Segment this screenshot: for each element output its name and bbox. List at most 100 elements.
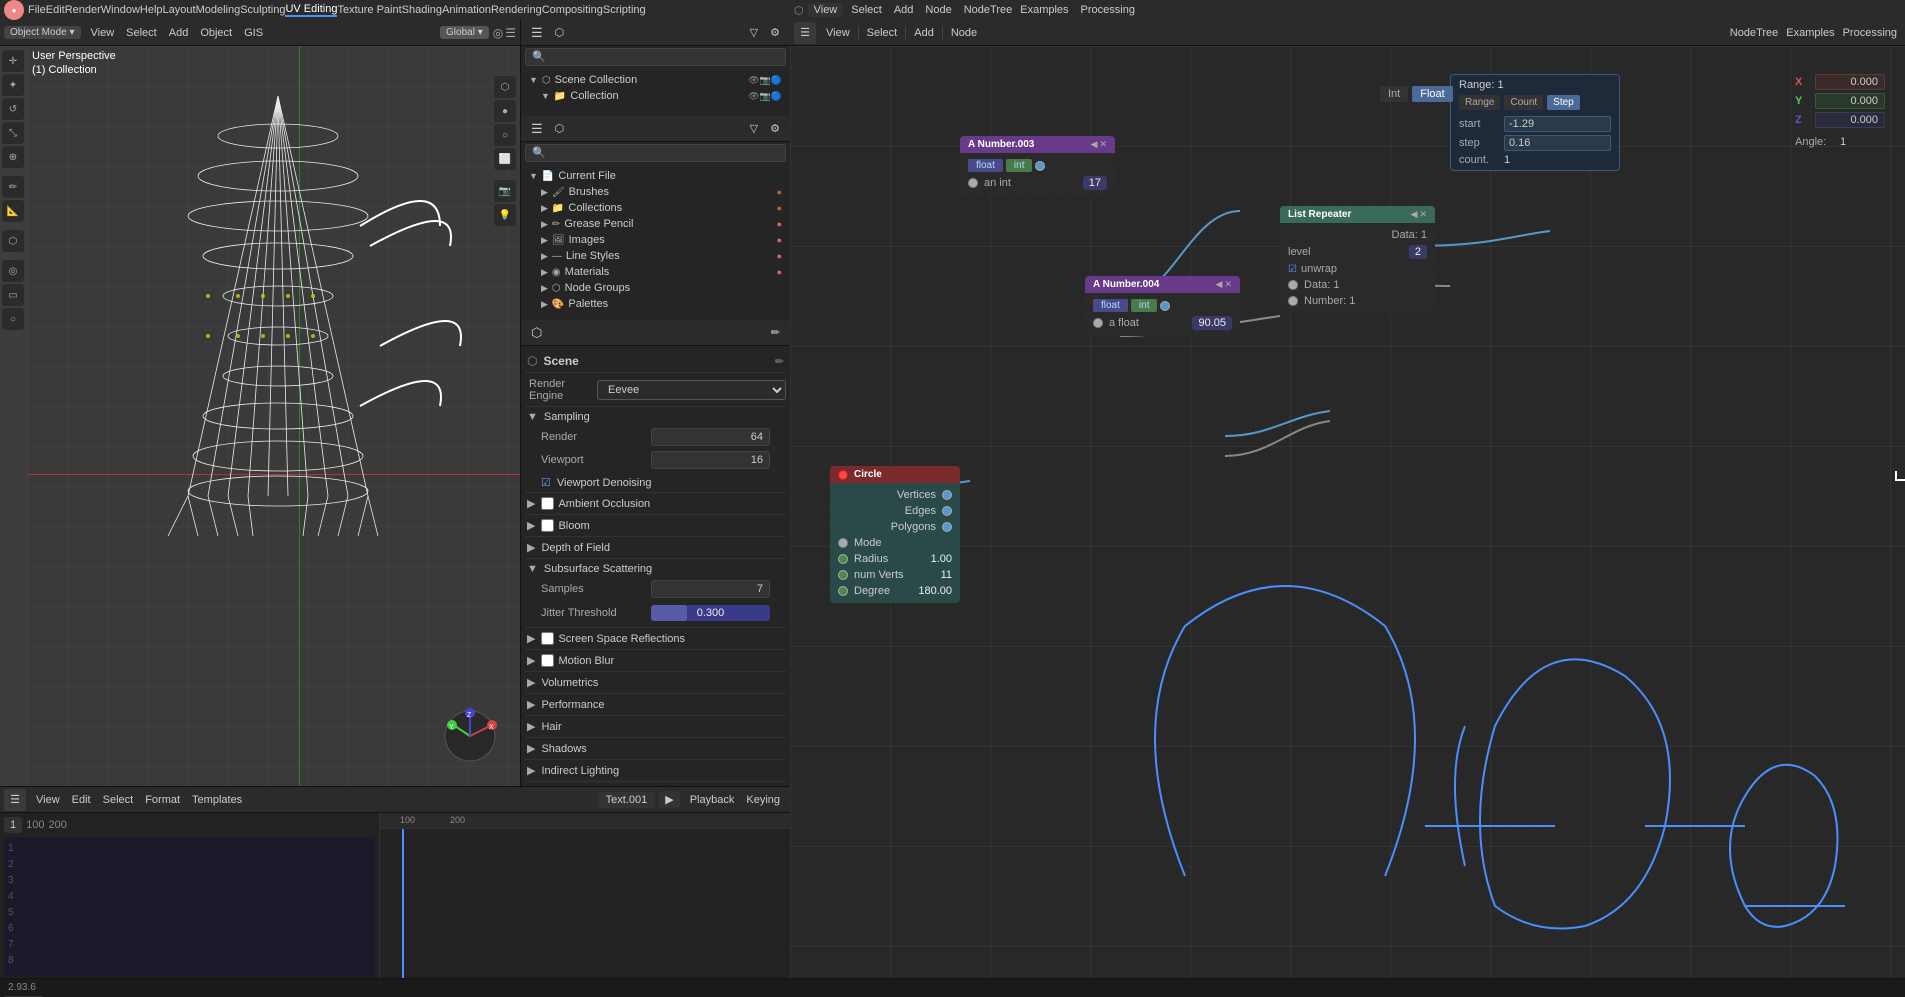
ne-examples-btn[interactable]: Examples xyxy=(1786,27,1834,39)
circle-vertices-socket[interactable] xyxy=(942,490,952,500)
render-engine-select[interactable]: Eevee Cycles Workbench xyxy=(597,380,786,400)
vp-icon-xray[interactable]: ☰ xyxy=(505,26,516,40)
anumber003-input-socket[interactable] xyxy=(968,178,978,188)
mb-section-header[interactable]: ▶ Motion Blur xyxy=(525,649,786,671)
vp-select[interactable]: Select xyxy=(120,25,163,41)
anumber003-close[interactable]: ✕ xyxy=(1099,139,1107,150)
sampling-section-header[interactable]: ▼ Sampling xyxy=(525,406,786,427)
menu-help[interactable]: Help xyxy=(140,4,163,16)
tree-render-icon[interactable]: 🔵 xyxy=(771,75,782,86)
outliner-search[interactable] xyxy=(525,48,786,66)
workspace-sculpting[interactable]: Sculpting xyxy=(240,4,285,16)
range-tab-range[interactable]: Range xyxy=(1459,95,1500,110)
ne-processing-btn[interactable]: Processing xyxy=(1843,27,1897,39)
tool-measure[interactable]: 📐 xyxy=(2,200,24,222)
vp-add[interactable]: Add xyxy=(163,25,195,41)
te-text-selector[interactable]: Text.001 xyxy=(598,792,656,808)
range-tab-step[interactable]: Step xyxy=(1547,95,1580,110)
tool-cursor-set[interactable]: ◎ xyxy=(2,260,24,282)
ne-view[interactable]: View xyxy=(820,25,856,41)
lr-number-socket[interactable] xyxy=(1288,296,1298,306)
ne-select[interactable]: Select xyxy=(847,4,886,16)
circle-radius-value[interactable]: 1.00 xyxy=(931,553,952,565)
vp-wireframe[interactable]: ⬜ xyxy=(494,148,516,170)
range-node[interactable]: Range: 1 Range Count Step start -1.29 st… xyxy=(1450,74,1620,171)
vd-checkbox[interactable]: ☑ xyxy=(541,476,551,489)
anumber003-float-tab[interactable]: float xyxy=(968,159,1003,172)
unwrap-checkbox[interactable]: ☑ xyxy=(1288,264,1297,275)
scene-edit-button[interactable]: ✏ xyxy=(775,355,784,368)
cf-filter[interactable]: ▽ xyxy=(744,120,764,137)
tool-cad[interactable]: ⬡ xyxy=(2,230,24,252)
te-run-icon[interactable]: ▶ xyxy=(659,791,679,808)
il-section-header[interactable]: ▶ Indirect Lighting xyxy=(525,759,786,781)
ao-section-header[interactable]: ▶ Ambient Occlusion xyxy=(525,492,786,514)
circle-dot[interactable] xyxy=(838,470,848,480)
circle-radius-socket[interactable] xyxy=(838,554,848,564)
hair-section-header[interactable]: ▶ Hair xyxy=(525,715,786,737)
vp-material-preview[interactable]: ● xyxy=(494,100,516,122)
dof-section-header[interactable]: ▶ Depth of Field xyxy=(525,536,786,558)
anumber004-float-tab[interactable]: float xyxy=(1093,299,1128,312)
sp-icons[interactable]: ⬡ xyxy=(525,323,548,343)
perf-section-header[interactable]: ▶ Performance xyxy=(525,693,786,715)
outliner-filter[interactable]: ▽ xyxy=(744,24,764,41)
text-content[interactable] xyxy=(22,841,371,973)
text-editor-area[interactable]: 12345678 xyxy=(4,837,375,977)
list-repeater-close[interactable]: ✕ xyxy=(1419,209,1427,220)
sp-edit[interactable]: ✏ xyxy=(765,324,786,341)
tree-camera-icon[interactable]: 📷 xyxy=(760,75,771,86)
te-select[interactable]: Select xyxy=(97,792,140,808)
ne-examples[interactable]: Examples xyxy=(1016,4,1072,16)
vp-object[interactable]: Object xyxy=(194,25,238,41)
te-format[interactable]: Format xyxy=(139,792,186,808)
cf-palettes[interactable]: ▶ 🎨 Palettes xyxy=(525,296,786,312)
tool-select-circle[interactable]: ○ xyxy=(2,308,24,330)
jitter-slider[interactable]: 0.300 xyxy=(651,603,770,623)
te-playback[interactable]: Playback xyxy=(684,792,741,808)
circle-degree-value[interactable]: 180.00 xyxy=(918,585,952,597)
anumber003-int-tab[interactable]: int xyxy=(1006,159,1033,172)
menu-edit[interactable]: Edit xyxy=(46,4,65,16)
list-repeater-expand[interactable]: ◀ xyxy=(1411,209,1418,220)
te-menu-icon[interactable]: ☰ xyxy=(4,789,26,811)
bloom-section-header[interactable]: ▶ Bloom xyxy=(525,514,786,536)
viewport-samples-value[interactable]: 16 xyxy=(651,451,770,469)
vp-light[interactable]: 💡 xyxy=(494,204,516,226)
cf-node-groups[interactable]: ▶ ⬡ Node Groups xyxy=(525,280,786,296)
current-file-root[interactable]: ▼ 📄 Current File xyxy=(525,168,786,184)
cf-mode[interactable]: ⬡ xyxy=(549,120,571,137)
circle-numverts-value[interactable]: 11 xyxy=(941,569,952,581)
list-repeater-level-value[interactable]: 2 xyxy=(1409,245,1427,259)
tree-eye-icon[interactable]: 👁 xyxy=(748,75,759,86)
vp-solid[interactable]: ○ xyxy=(494,124,516,146)
range-step-value[interactable]: 0.16 xyxy=(1504,135,1611,151)
ne-add[interactable]: Add xyxy=(890,4,918,16)
ssr-section-header[interactable]: ▶ Screen Space Reflections xyxy=(525,627,786,649)
cf-line-styles[interactable]: ▶ — Line Styles ● xyxy=(525,248,786,264)
sss-samples-value[interactable]: 7 xyxy=(651,580,770,598)
int-tab[interactable]: Int xyxy=(1380,86,1408,102)
outliner-tb-icon[interactable]: ☰ xyxy=(525,23,549,43)
circle-degree-socket[interactable] xyxy=(838,586,848,596)
anumber004-output-socket[interactable] xyxy=(1160,301,1170,311)
anumber004-close[interactable]: ✕ xyxy=(1224,279,1232,290)
ne-node[interactable]: Node xyxy=(921,4,955,16)
object-mode-selector[interactable]: Object Mode ▾ xyxy=(4,26,81,39)
tool-select-box[interactable]: ▭ xyxy=(2,284,24,306)
list-repeater-node[interactable]: List Repeater ◀ ✕ Data: 1 level 2 ☑ unwr… xyxy=(1280,206,1435,313)
transform-selector[interactable]: Global ▾ xyxy=(440,26,489,39)
vp-view[interactable]: View xyxy=(85,25,121,41)
workspace-uv-editing[interactable]: UV Editing xyxy=(285,3,337,17)
ao-checkbox[interactable] xyxy=(541,497,554,510)
te-templates[interactable]: Templates xyxy=(186,792,248,808)
render-samples-value[interactable]: 64 xyxy=(651,428,770,446)
circle-mode-socket[interactable] xyxy=(838,538,848,548)
current-file-search[interactable] xyxy=(525,144,786,162)
viewport-gizmo[interactable]: X Y Z xyxy=(440,706,500,766)
anumber004-int-tab[interactable]: int xyxy=(1131,299,1158,312)
x-value[interactable]: 0.000 xyxy=(1815,74,1885,90)
circle-numverts-socket[interactable] xyxy=(838,570,848,580)
cf-icon[interactable]: ☰ xyxy=(525,119,549,139)
vp-gis[interactable]: GIS xyxy=(238,25,269,41)
